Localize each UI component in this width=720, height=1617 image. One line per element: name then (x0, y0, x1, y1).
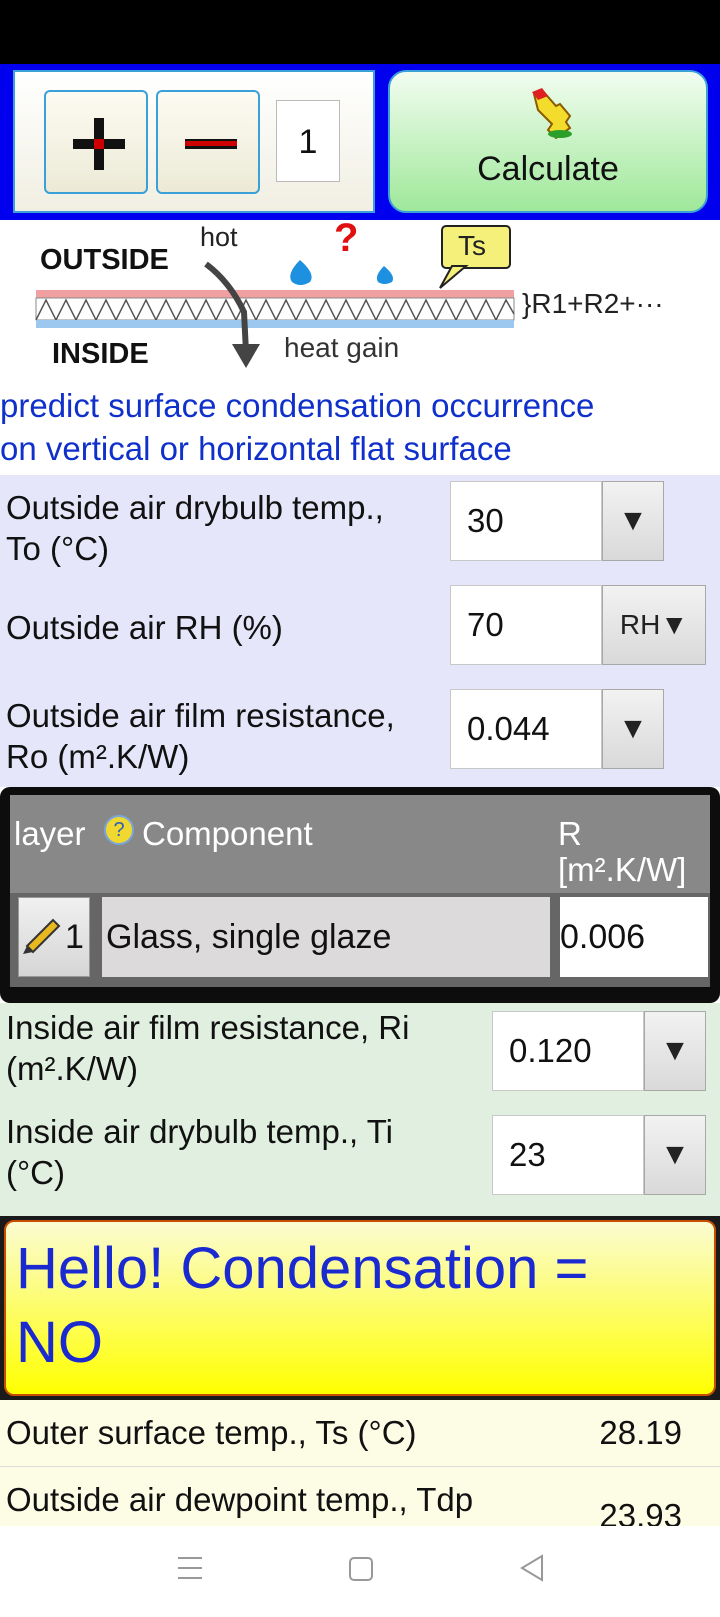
layer-table-header: layer ? Component R [m².K/W] (10, 795, 710, 893)
outside-rh-dropdown[interactable]: RH ▼ (602, 585, 706, 665)
home-icon[interactable] (349, 1557, 373, 1581)
outside-drybulb-label: Outside air drybulb temp., To (°C) (6, 489, 384, 567)
result-line-1: Hello! Condensation = (16, 1236, 589, 1301)
status-bar (0, 0, 720, 64)
component-cell[interactable]: Glass, single glaze (102, 897, 550, 977)
condensation-result: Hello! Condensation = NO (4, 1220, 716, 1396)
chevron-down-icon: ▼ (618, 504, 648, 537)
condensation-diagram: OUTSIDE INSIDE hot ? Ts }R1+R2+··· heat … (0, 216, 720, 384)
layer-count-field[interactable]: 1 (276, 100, 340, 182)
output-value: 23.93 (599, 1497, 682, 1526)
edit-layer-button[interactable]: 1 (18, 897, 90, 977)
outside-drybulb-dropdown[interactable]: ▼ (602, 481, 664, 561)
description-line-1: predict surface condensation occurrence (0, 387, 595, 424)
remove-layer-button[interactable] (156, 90, 260, 194)
output-list: Outer surface temp., Ts (°C) 28.19 Outsi… (0, 1400, 720, 1526)
outside-rh-input[interactable]: 70 (450, 585, 602, 665)
back-icon[interactable] (520, 1554, 543, 1582)
add-layer-button[interactable] (44, 90, 148, 194)
outside-film-label: Outside air film resistance, Ro (m².K/W) (6, 697, 395, 775)
description-line-2: on vertical or horizontal flat surface (0, 430, 512, 467)
layer-table: layer ? Component R [m².K/W] 1 Glass, si… (0, 787, 720, 1003)
table-row: 1 Glass, single glaze 0.006 (10, 893, 710, 987)
chevron-down-icon: ▼ (660, 1138, 690, 1171)
list-item: Outside air dewpoint temp., Tdp 23.93 (0, 1467, 720, 1526)
list-item: Outer surface temp., Ts (°C) 28.19 (0, 1400, 720, 1467)
inside-film-label: Inside air film resistance, Ri (m².K/W) (6, 1009, 410, 1087)
r-value-cell[interactable]: 0.006 (560, 897, 708, 977)
question-mark: ? (334, 216, 359, 260)
inside-film-input[interactable]: 0.120 (492, 1011, 644, 1091)
inside-drybulb-input[interactable]: 23 (492, 1115, 644, 1195)
chevron-down-icon: ▼ (660, 1034, 690, 1067)
inside-drybulb-label: Inside air drybulb temp., Ti (°C) (6, 1113, 394, 1191)
output-label: Outer surface temp., Ts (°C) (6, 1414, 417, 1451)
ts-label: Ts (458, 230, 486, 261)
resistance-sum-label: }R1+R2+··· (522, 288, 664, 319)
header-r-unit: [m².K/W] (558, 851, 687, 888)
header-r: R (558, 815, 582, 852)
outside-film-dropdown[interactable]: ▼ (602, 689, 664, 769)
outside-film-input[interactable]: 0.044 (450, 689, 602, 769)
layer-index: 1 (65, 918, 84, 956)
outside-diagram-label: OUTSIDE (40, 244, 169, 276)
outside-rh-label: Outside air RH (%) (6, 609, 283, 646)
calculate-button[interactable]: Calculate (388, 70, 708, 213)
description: predict surface condensation occurrence … (0, 384, 720, 470)
output-value: 28.19 (599, 1414, 682, 1451)
inside-conditions-section: Inside air film resistance, Ri (m².K/W) … (0, 1003, 720, 1216)
calculate-label: Calculate (477, 150, 619, 188)
heat-gain-label: heat gain (284, 332, 400, 363)
hot-label: hot (200, 222, 238, 252)
chevron-down-icon: ▼ (660, 609, 689, 640)
output-label: Outside air dewpoint temp., Tdp (6, 1481, 474, 1518)
pointing-hand-icon (532, 88, 572, 140)
inside-drybulb-dropdown[interactable]: ▼ (644, 1115, 706, 1195)
chevron-down-icon: ▼ (618, 712, 648, 745)
outside-conditions-section: Outside air drybulb temp., To (°C) 30 ▼ … (0, 475, 720, 787)
header-component: Component (142, 815, 313, 852)
outside-drybulb-input[interactable]: 30 (450, 481, 602, 561)
help-icon[interactable]: ? (104, 815, 134, 845)
header-layer: layer (14, 815, 86, 852)
result-panel: Hello! Condensation = NO (0, 1216, 720, 1400)
menu-icon[interactable] (178, 1557, 202, 1579)
navigation-bar (0, 1526, 720, 1612)
inside-diagram-label: INSIDE (52, 338, 149, 370)
result-line-2: NO (16, 1310, 103, 1375)
pencil-icon (23, 918, 61, 954)
inside-film-dropdown[interactable]: ▼ (644, 1011, 706, 1091)
